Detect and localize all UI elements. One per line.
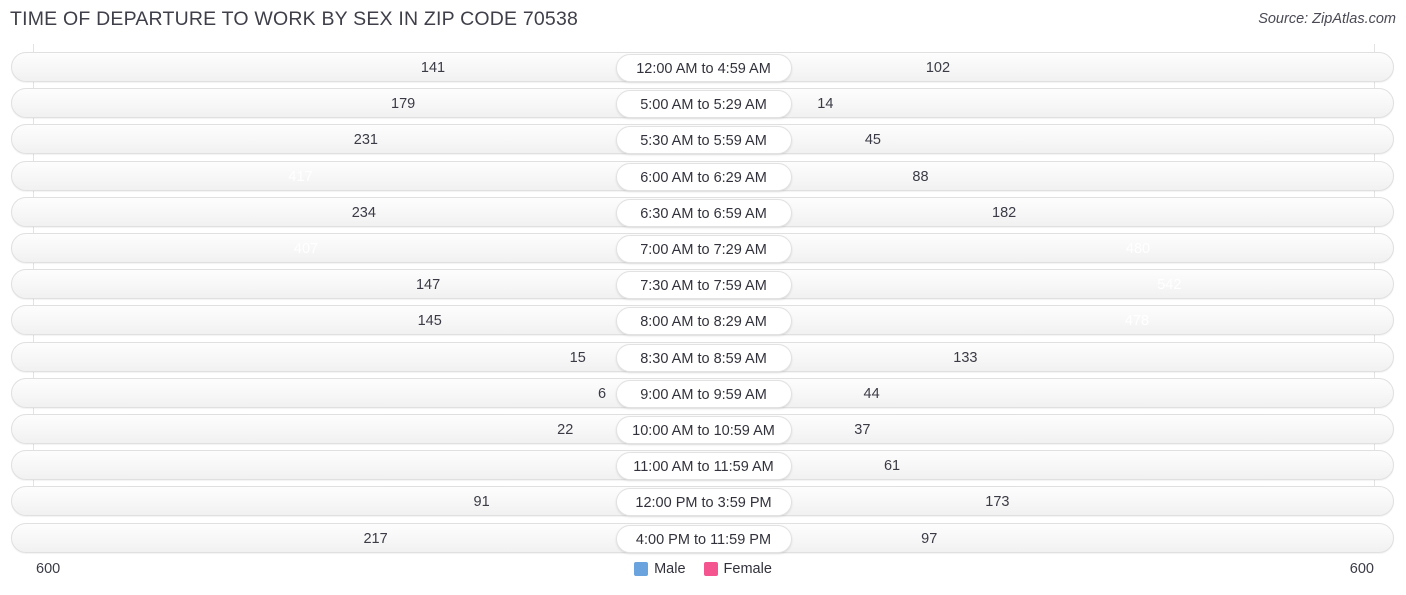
- page-title: TIME OF DEPARTURE TO WORK BY SEX IN ZIP …: [10, 8, 579, 30]
- table-row[interactable]: 91 173 12:00 PM to 3:59 PM: [11, 486, 1394, 517]
- legend-label: Female: [723, 561, 772, 578]
- bar-value-male: 145: [417, 313, 442, 330]
- table-row[interactable]: 15 133 8:30 AM to 8:59 AM: [11, 341, 1394, 372]
- category-label: 5:30 AM to 5:59 AM: [615, 126, 792, 155]
- bar-value-female: 478: [1124, 313, 1150, 330]
- bar-value-male: 179: [391, 96, 416, 113]
- bar-value-male: 417: [288, 168, 313, 185]
- bar-value-female: 133: [953, 349, 978, 366]
- category-label: 8:30 AM to 8:59 AM: [615, 343, 792, 372]
- category-label: 6:00 AM to 6:29 AM: [615, 162, 792, 191]
- bar-value-female: 102: [925, 60, 951, 76]
- category-label: 11:00 AM to 11:59 AM: [615, 452, 792, 481]
- table-row[interactable]: 145 478 8:00 AM to 8:29 AM: [11, 305, 1394, 336]
- bar-value-female: 97: [921, 530, 938, 547]
- chart-legend: Male Female: [0, 561, 1406, 577]
- category-label: 8:00 AM to 8:29 AM: [615, 307, 792, 336]
- bar-value-male: 147: [415, 277, 441, 294]
- table-row[interactable]: 234 182 6:30 AM to 6:59 AM: [11, 196, 1394, 227]
- bar-value-female: 182: [992, 204, 1017, 221]
- table-row[interactable]: 06111:00 AM to 11:59 AM: [11, 450, 1394, 481]
- bar-value-male: 407: [293, 241, 319, 257]
- bar-value-female: 45: [864, 132, 881, 149]
- table-row[interactable]: 6 44 9:00 AM to 9:59 AM: [11, 377, 1394, 408]
- category-label: 5:00 AM to 5:29 AM: [615, 90, 792, 119]
- bar-value-female: 37: [854, 422, 871, 438]
- table-row[interactable]: 231 45 5:30 AM to 5:59 AM: [11, 124, 1394, 155]
- category-label: 7:00 AM to 7:29 AM: [615, 235, 792, 263]
- table-row[interactable]: 417 88 6:00 AM to 6:29 AM: [11, 160, 1394, 191]
- category-label: 4:00 PM to 11:59 PM: [615, 524, 792, 553]
- chart-header: TIME OF DEPARTURE TO WORK BY SEX IN ZIP …: [0, 0, 1406, 44]
- table-row[interactable]: 217 97 4:00 PM to 11:59 PM: [11, 522, 1394, 553]
- source-attribution: Source: ZipAtlas.com: [1258, 11, 1396, 27]
- table-row[interactable]: 141 102 12:00 AM to 4:59 AM: [11, 52, 1394, 82]
- category-label: 12:00 AM to 4:59 AM: [615, 54, 792, 82]
- bar-value-female: 88: [912, 168, 929, 185]
- category-label: 9:00 AM to 9:59 AM: [615, 379, 792, 408]
- bar-value-female: 61: [883, 458, 901, 475]
- category-label: 12:00 PM to 3:59 PM: [615, 488, 792, 517]
- table-row[interactable]: 179 14 5:00 AM to 5:29 AM: [11, 88, 1394, 119]
- bar-value-male: 217: [363, 530, 388, 547]
- table-row[interactable]: 22 37 10:00 AM to 10:59 AM: [11, 414, 1394, 444]
- category-label: 7:30 AM to 7:59 AM: [615, 271, 792, 300]
- bar-value-female: 173: [985, 494, 1010, 511]
- bar-value-male: 6: [597, 385, 607, 402]
- bar-value-male: 15: [569, 349, 586, 366]
- legend-swatch-icon: [634, 562, 649, 577]
- bar-value-female: 542: [1157, 277, 1182, 294]
- bar-value-male: 22: [557, 422, 574, 438]
- legend-item-male[interactable]: Male: [634, 561, 686, 578]
- bar-value-female: 14: [817, 96, 834, 113]
- bar-value-male: 91: [473, 494, 490, 511]
- bar-value-male: 141: [420, 60, 446, 76]
- category-label: 10:00 AM to 10:59 AM: [615, 416, 792, 444]
- category-label: 6:30 AM to 6:59 AM: [615, 198, 792, 227]
- chart-footer: 600 600 Male Female: [0, 551, 1406, 595]
- chart-plot-area: 141 102 12:00 AM to 4:59 AM 179 14 5:00 AM to…: [0, 44, 1406, 553]
- table-row[interactable]: 147 542 7:30 AM to 7:59 AM: [11, 269, 1394, 300]
- legend-item-female[interactable]: Female: [703, 561, 772, 578]
- table-row[interactable]: 407 480 7:00 AM to 7:29 AM: [11, 233, 1394, 263]
- bar-value-male: 231: [353, 132, 378, 149]
- legend-swatch-icon: [703, 562, 718, 577]
- bar-value-female: 480: [1125, 241, 1151, 257]
- bar-value-male: 234: [351, 204, 376, 221]
- bar-value-female: 44: [863, 385, 880, 402]
- legend-label: Male: [654, 561, 686, 578]
